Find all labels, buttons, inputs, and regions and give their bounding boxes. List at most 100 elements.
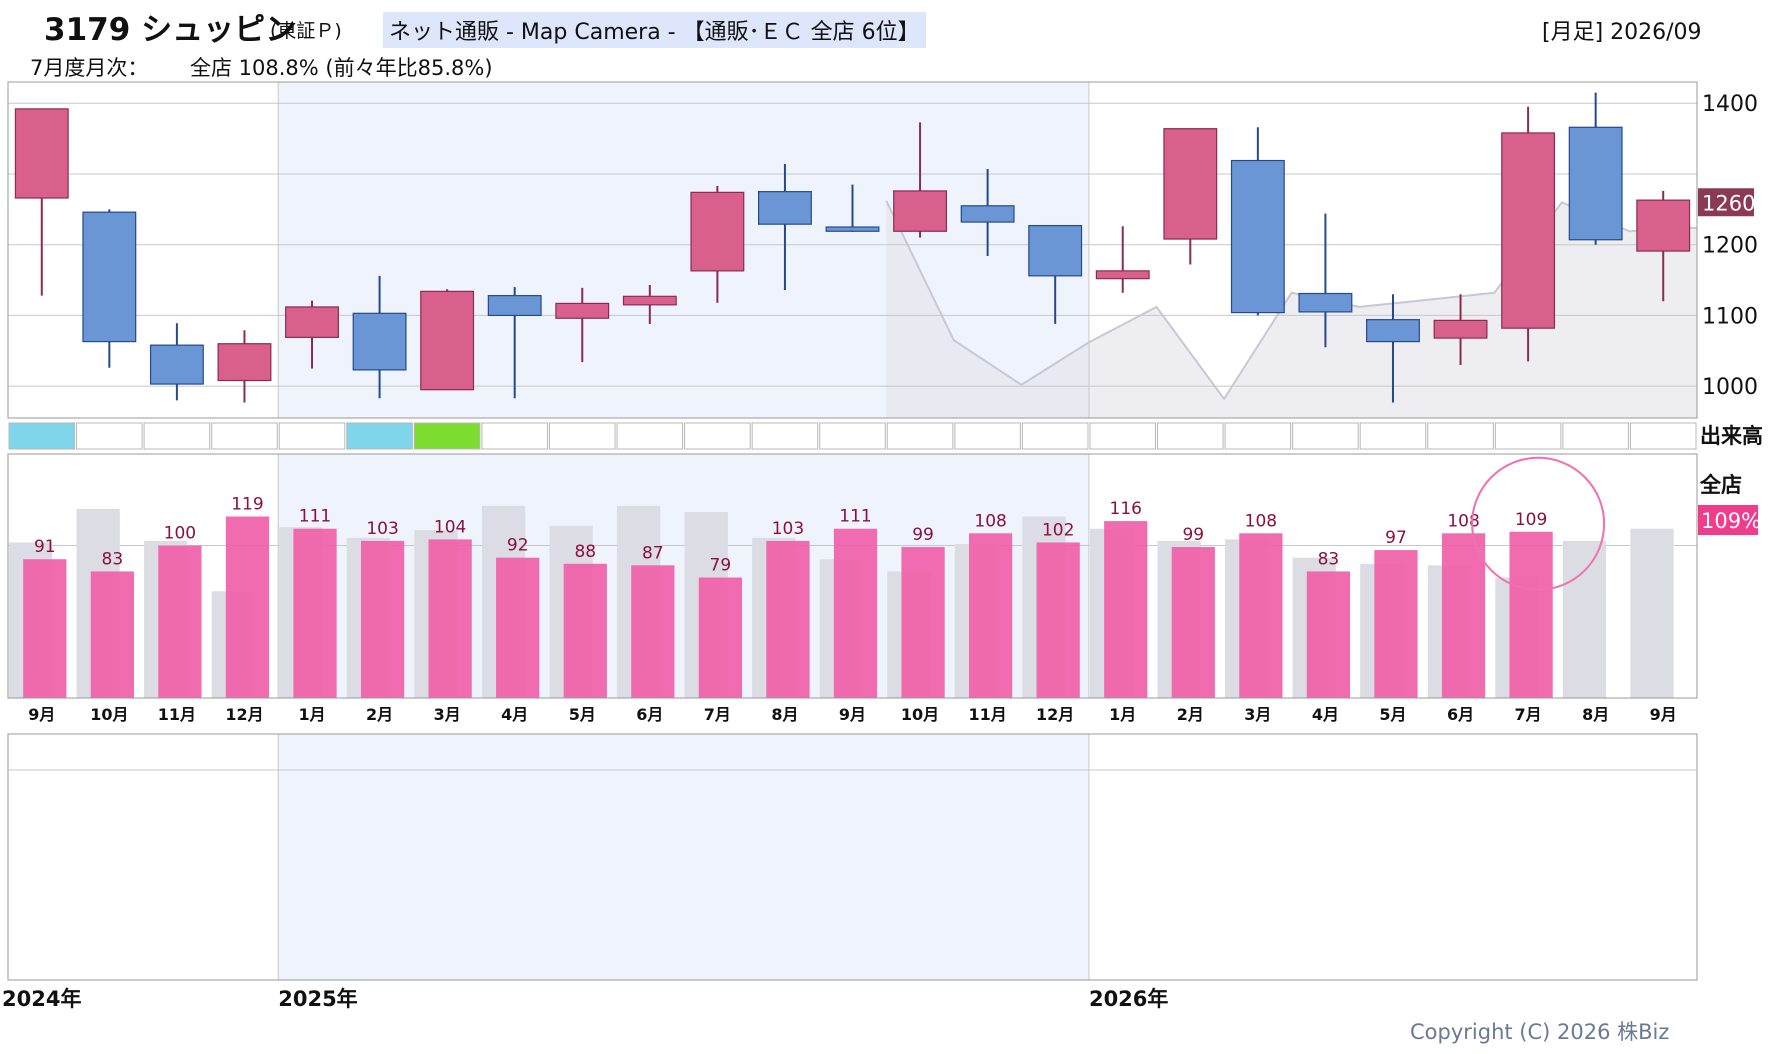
candle-body xyxy=(1366,319,1420,343)
volume-cell xyxy=(346,422,413,450)
sales-bar xyxy=(428,539,472,698)
candle-body xyxy=(149,344,204,385)
x-month-label: 6月 xyxy=(636,705,663,724)
sales-bar-label: 83 xyxy=(102,549,124,569)
candle-body xyxy=(1163,128,1218,240)
x-month-label: 2月 xyxy=(1177,705,1204,724)
volume-label: 出来高 xyxy=(1700,424,1763,448)
candle-body xyxy=(14,108,69,199)
sales-bar-label: 108 xyxy=(974,511,1006,531)
x-month-label: 7月 xyxy=(704,705,731,724)
candle-body xyxy=(1636,199,1691,252)
candle-body xyxy=(960,205,1015,223)
x-month-label: 10月 xyxy=(90,705,128,724)
sales-bar-label: 116 xyxy=(1110,499,1142,519)
candle-body xyxy=(893,190,948,232)
x-month-label: 2月 xyxy=(366,705,393,724)
candle-body xyxy=(555,302,610,319)
store-value: 109% xyxy=(1701,509,1761,533)
sales-bar xyxy=(1441,533,1486,698)
x-month-label: 7月 xyxy=(1515,705,1542,724)
sales-bar-label: 103 xyxy=(772,519,804,539)
x-month-label: 11月 xyxy=(968,705,1006,724)
volume-cell xyxy=(548,422,616,450)
stock-chart: 91 83 100 119 111 103 104 92 88 87 79 103 111 99 108 10… xyxy=(2,81,1763,1011)
year-label: 2026年 xyxy=(1089,987,1168,1011)
sales-bar-label: 99 xyxy=(912,525,934,545)
sales-bar-label: 103 xyxy=(366,519,398,539)
x-month-label: 8月 xyxy=(771,705,798,724)
volume-cell xyxy=(819,422,886,450)
sales-bar xyxy=(1036,542,1080,698)
year-label: 2024年 xyxy=(2,987,81,1011)
sales-bar xyxy=(563,563,607,698)
volume-cell xyxy=(1292,422,1359,450)
sales-bar xyxy=(969,533,1013,698)
x-month-label: 9月 xyxy=(28,705,55,724)
x-month-label: 1月 xyxy=(1109,705,1136,724)
sales-bar-label: 111 xyxy=(299,507,331,527)
candle-body xyxy=(487,295,542,317)
sales-bar xyxy=(1306,571,1351,698)
candle-body xyxy=(1028,224,1083,277)
sales-bar-label: 79 xyxy=(710,556,732,576)
candle-body xyxy=(1298,292,1353,313)
sales-bar xyxy=(631,565,675,698)
volume-cell xyxy=(1157,422,1224,450)
prior-year-bar xyxy=(1630,528,1674,698)
sales-bar xyxy=(225,516,270,698)
volume-cell xyxy=(8,422,76,450)
x-month-label: 6月 xyxy=(1447,705,1474,724)
candle-body xyxy=(82,211,137,343)
copyright-text: Copyright (C) 2026 株Biz xyxy=(1410,1020,1670,1044)
volume-cell xyxy=(1629,422,1697,450)
sales-bar xyxy=(1104,521,1148,698)
x-month-label: 12月 xyxy=(1036,705,1074,724)
store-label: 全店 xyxy=(1699,473,1742,497)
price-tag: 1260 xyxy=(1702,191,1755,215)
sales-bar xyxy=(496,557,540,698)
y-tick-label: 1000 xyxy=(1702,375,1758,400)
y-tick-label: 1400 xyxy=(1702,92,1758,117)
sales-bar-label: 119 xyxy=(231,495,263,515)
candle-body xyxy=(1568,126,1623,241)
sales-bar-label: 102 xyxy=(1042,520,1074,540)
volume-cell xyxy=(886,422,954,450)
volume-cell xyxy=(1021,422,1089,450)
year-band-2 xyxy=(278,734,1089,980)
volume-cell xyxy=(278,422,346,450)
volume-cell xyxy=(751,422,819,450)
sales-bar xyxy=(766,540,810,698)
volume-cell xyxy=(76,422,143,450)
x-month-label: 5月 xyxy=(569,705,596,724)
volume-cell xyxy=(1562,422,1629,450)
sales-bar-label: 97 xyxy=(1385,528,1407,548)
volume-cell xyxy=(954,422,1021,450)
candle-body xyxy=(690,191,745,272)
volume-cell xyxy=(1224,422,1292,450)
volume-cell xyxy=(1494,422,1562,450)
candle-body xyxy=(757,191,812,225)
volume-cell xyxy=(143,422,211,450)
x-month-label: 10月 xyxy=(901,705,939,724)
sales-bar-label: 100 xyxy=(164,524,196,544)
sales-bar-label: 87 xyxy=(642,543,664,563)
candle-body xyxy=(825,226,880,232)
x-month-label: 11月 xyxy=(158,705,196,724)
y-tick-label: 1100 xyxy=(1702,304,1758,329)
candle-body xyxy=(622,295,677,306)
sales-bar xyxy=(901,547,945,698)
candle-body xyxy=(285,306,339,338)
sales-bar xyxy=(90,571,134,698)
candle-body xyxy=(352,312,407,371)
sales-bar-label: 109 xyxy=(1515,510,1547,530)
volume-cell xyxy=(413,422,481,450)
candle-body xyxy=(1095,270,1150,280)
x-month-label: 9月 xyxy=(1650,705,1677,724)
sales-bar-label: 92 xyxy=(507,536,529,556)
volume-cell xyxy=(1359,422,1427,450)
sales-bar xyxy=(293,528,337,698)
x-month-label: 1月 xyxy=(298,705,325,724)
x-month-label: 9月 xyxy=(839,705,866,724)
x-month-label: 4月 xyxy=(501,705,528,724)
